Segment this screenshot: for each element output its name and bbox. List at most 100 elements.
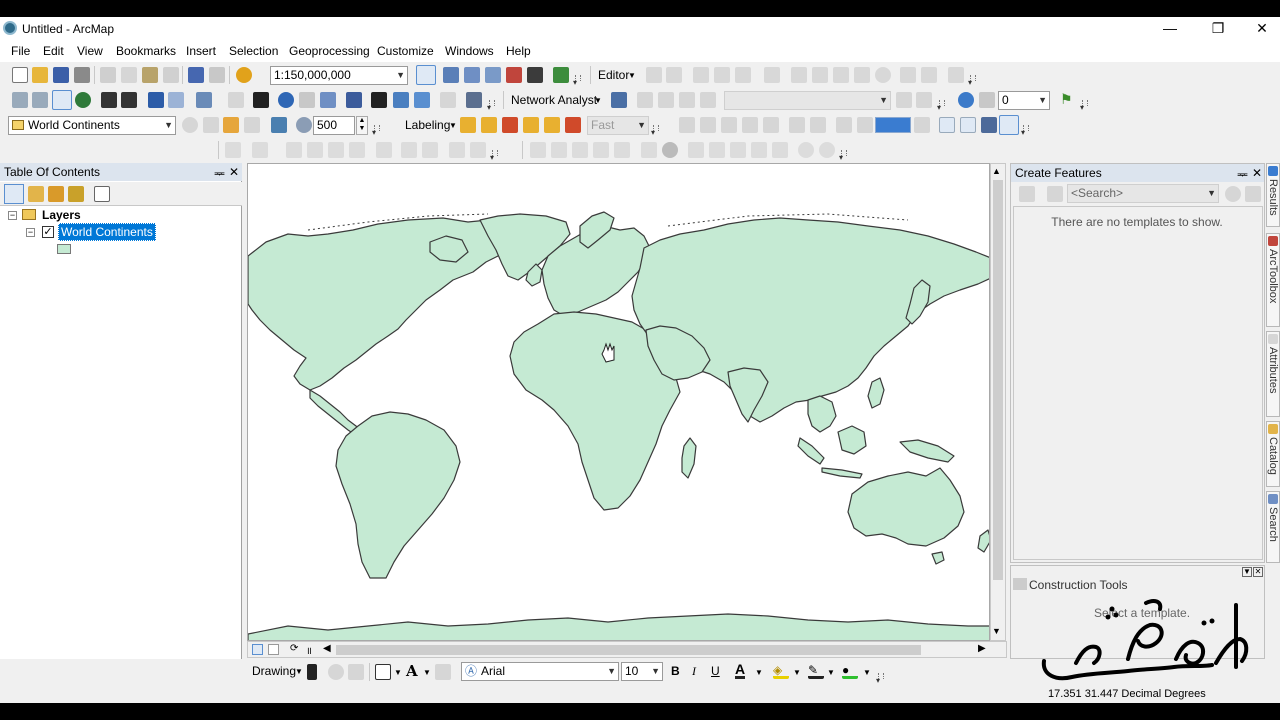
new-text-icon[interactable]: A xyxy=(406,662,418,680)
line-intersection-icon[interactable] xyxy=(328,142,344,158)
close-button[interactable]: ✕ xyxy=(1240,17,1280,41)
new-document-icon[interactable] xyxy=(12,67,28,83)
trace-icon[interactable] xyxy=(735,67,751,83)
editor-toolbar-icon[interactable] xyxy=(416,65,436,85)
split-tool-icon[interactable] xyxy=(854,67,870,83)
toolbar-grip[interactable] xyxy=(1080,100,1088,112)
zoom-to-elements-icon[interactable] xyxy=(348,664,364,680)
attributes-icon[interactable] xyxy=(900,67,916,83)
toolbar-grip[interactable] xyxy=(1021,125,1029,137)
edge-match-icon[interactable] xyxy=(641,142,657,158)
multiple-displacement-icon[interactable] xyxy=(572,142,588,158)
georef-shift-icon[interactable] xyxy=(700,117,716,133)
layout-grid-icon[interactable] xyxy=(789,117,805,133)
directions-icon[interactable] xyxy=(700,92,716,108)
create-features-icon[interactable] xyxy=(948,67,964,83)
build-network-icon[interactable] xyxy=(896,92,912,108)
swipe-layer-icon[interactable] xyxy=(182,117,198,133)
scroll-up-icon[interactable]: ▲ xyxy=(992,166,1001,176)
cut-icon[interactable] xyxy=(100,67,116,83)
transform-settings-icon[interactable] xyxy=(798,142,814,158)
go-forward-icon[interactable] xyxy=(168,92,184,108)
toolbar-grip[interactable] xyxy=(839,150,847,162)
modify-link-icon[interactable] xyxy=(709,142,725,158)
new-displacement-link-icon[interactable] xyxy=(551,142,567,158)
zoom-in-icon[interactable] xyxy=(12,92,28,108)
snapping-icon[interactable] xyxy=(836,117,852,133)
spatial-adjust-icon[interactable] xyxy=(530,142,546,158)
collapse-layer-icon[interactable]: − xyxy=(26,228,35,237)
network-analyst-menu[interactable]: Network Analyst xyxy=(511,93,597,107)
scroll-right-icon[interactable]: ▶ xyxy=(978,643,986,654)
find-route-icon[interactable] xyxy=(393,92,409,108)
network-analysis-layer-combo[interactable]: ▼ xyxy=(724,91,891,110)
layer-symbol[interactable] xyxy=(57,244,71,254)
line-color-icon[interactable]: ✎ xyxy=(808,663,824,679)
organize-templates-icon[interactable] xyxy=(1019,186,1035,202)
zoom-level-combo[interactable]: 0 ▼ xyxy=(998,91,1050,110)
italic-button[interactable]: I xyxy=(692,664,696,679)
toolbar-grip[interactable] xyxy=(968,75,976,87)
viewer-window-icon[interactable] xyxy=(466,92,482,108)
redo-icon[interactable] xyxy=(209,67,225,83)
tab-search[interactable]: Search xyxy=(1266,491,1280,563)
construct-features-icon[interactable] xyxy=(422,142,438,158)
toolbar-grip[interactable] xyxy=(876,673,884,685)
layout-view-icon[interactable] xyxy=(939,117,955,133)
edit-annotation-icon[interactable] xyxy=(666,67,682,83)
explode-icon[interactable] xyxy=(349,142,365,158)
go-back-icon[interactable] xyxy=(148,92,164,108)
map-display[interactable] xyxy=(247,163,990,641)
tab-arctoolbox[interactable]: ArcToolbox xyxy=(1266,233,1280,327)
network-analyst-window-icon[interactable] xyxy=(611,92,627,108)
fixed-zoom-in-icon[interactable] xyxy=(101,92,117,108)
modelbuilder-icon[interactable] xyxy=(553,67,569,83)
world-continents-layer[interactable]: World Continents xyxy=(58,223,156,241)
print-icon[interactable] xyxy=(74,67,90,83)
pan-icon[interactable] xyxy=(52,90,72,110)
close-icon[interactable]: ✕ xyxy=(229,165,239,179)
html-popup-icon[interactable] xyxy=(320,92,336,108)
remove-labels-icon[interactable] xyxy=(565,117,581,133)
select-elements-icon[interactable] xyxy=(307,664,317,680)
rotate-icon[interactable] xyxy=(875,67,891,83)
page-layout-icon[interactable] xyxy=(999,115,1019,135)
toolbar-grip[interactable] xyxy=(651,125,659,137)
fixed-zoom-out-icon[interactable] xyxy=(121,92,137,108)
network-identify-icon[interactable] xyxy=(916,92,932,108)
replace-geometry-icon[interactable] xyxy=(470,142,486,158)
reference-scale-icon[interactable] xyxy=(296,117,312,133)
flag-icon[interactable]: ⚑ xyxy=(1060,92,1076,108)
georef-table-icon[interactable] xyxy=(763,117,779,133)
bold-button[interactable]: B xyxy=(671,664,680,678)
toolbar-grip[interactable] xyxy=(937,100,945,112)
toolbar-grip[interactable] xyxy=(487,100,495,112)
layers-group-label[interactable]: Layers xyxy=(42,208,81,222)
placement-quality-icon[interactable] xyxy=(544,117,560,133)
copy-features-icon[interactable] xyxy=(225,142,241,158)
data-view-icon[interactable] xyxy=(960,117,976,133)
layer-visibility-checkbox[interactable]: ✓ xyxy=(42,226,54,238)
clear-selection-icon[interactable] xyxy=(228,92,244,108)
effects-transparency-icon[interactable] xyxy=(223,117,239,133)
adjust-icon[interactable] xyxy=(819,142,835,158)
clear-links-icon[interactable] xyxy=(772,142,788,158)
rectangle-icon[interactable] xyxy=(375,664,391,680)
arctoolbox-icon[interactable] xyxy=(506,67,522,83)
toolbar-grip[interactable] xyxy=(573,75,581,87)
font-color-button[interactable]: A xyxy=(735,662,746,679)
map-scale-combo[interactable]: 1:150,000,000 ▼ xyxy=(270,66,408,85)
help-icon[interactable] xyxy=(958,92,974,108)
table-of-contents-icon[interactable] xyxy=(443,67,459,83)
swipe-icon[interactable] xyxy=(979,92,995,108)
go-to-xy-icon[interactable] xyxy=(414,92,430,108)
chevron-down-icon[interactable] xyxy=(914,117,930,133)
chevron-down-icon[interactable]: ▼ xyxy=(1242,567,1252,577)
menu-geoprocessing[interactable]: Geoprocessing xyxy=(289,44,370,58)
menu-edit[interactable]: Edit xyxy=(43,44,64,58)
close-icon[interactable]: ✕ xyxy=(1253,567,1263,577)
reshape-icon[interactable] xyxy=(812,67,828,83)
add-data-icon[interactable] xyxy=(236,67,252,83)
menu-selection[interactable]: Selection xyxy=(229,44,278,58)
extend-icon[interactable] xyxy=(286,142,302,158)
